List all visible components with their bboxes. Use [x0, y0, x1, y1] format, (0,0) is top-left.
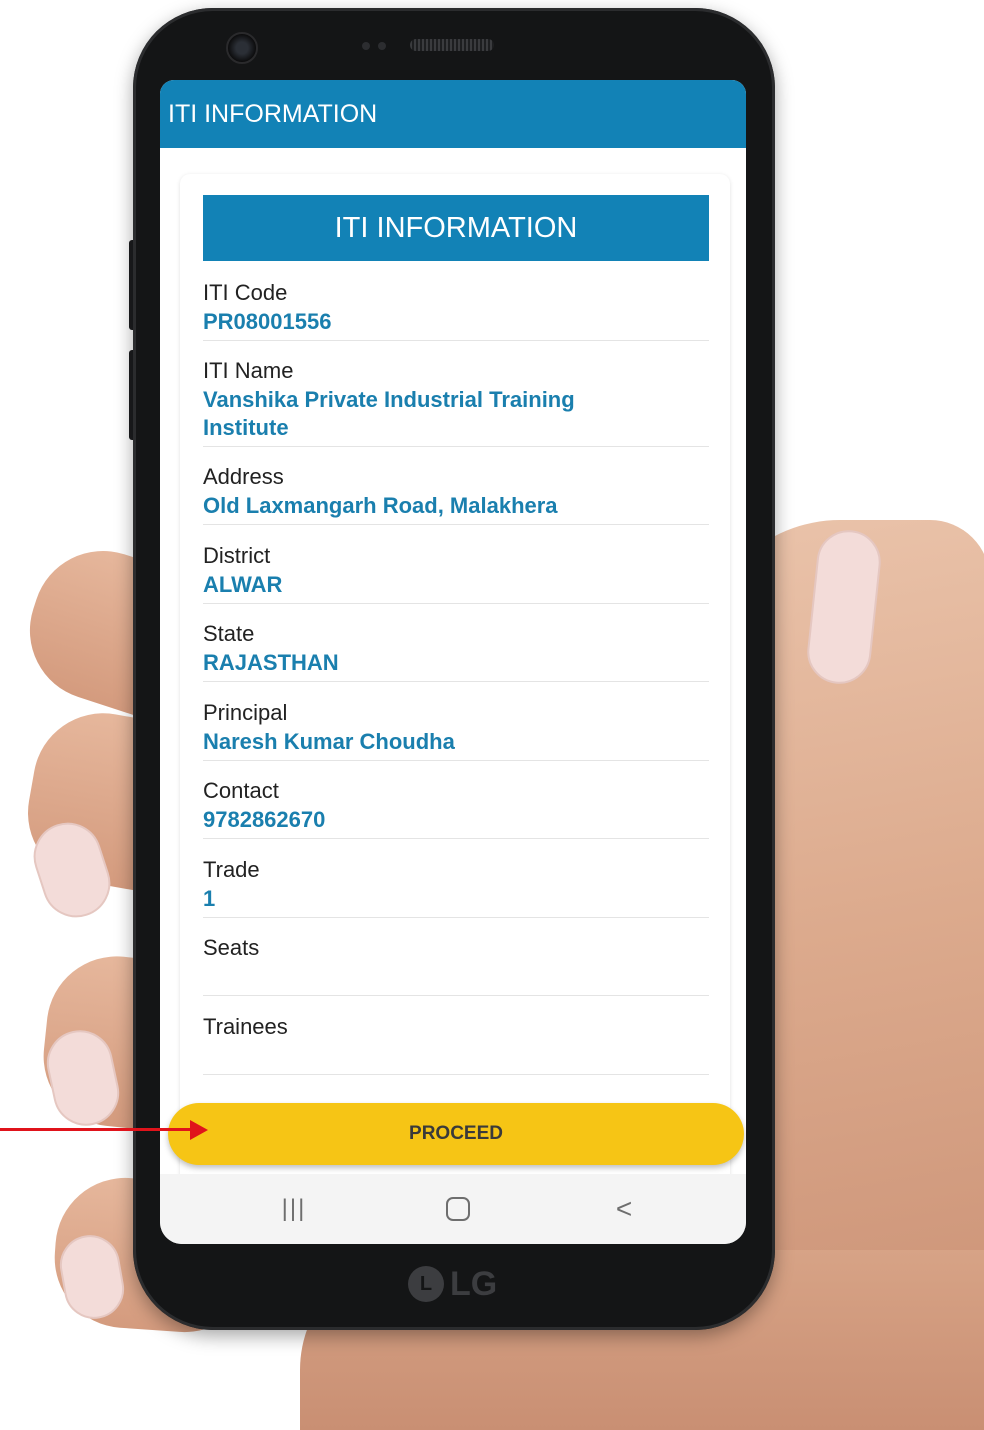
field-label: Seats	[203, 935, 260, 960]
field-label: Principal	[203, 700, 288, 725]
field-contact: Contact 9782862670	[203, 776, 709, 839]
app-bar-title: ITI INFORMATION	[168, 100, 378, 128]
field-value: Old Laxmangarh Road, Malakhera	[203, 493, 558, 518]
app-bar: ITI INFORMATION	[160, 80, 746, 148]
brand-logo: L LG	[408, 1264, 497, 1304]
field-iti-code: ITI Code PR08001556	[203, 278, 709, 341]
earpiece-speaker	[410, 39, 494, 51]
brand-name: LG	[450, 1264, 498, 1303]
field-value: 1	[203, 886, 216, 911]
field-principal: Principal Naresh Kumar Choudha	[203, 698, 709, 761]
field-seats: Seats	[203, 933, 709, 996]
field-district: District ALWAR	[203, 541, 709, 604]
proceed-button[interactable]: PROCEED	[168, 1103, 744, 1165]
card-title: ITI INFORMATION	[203, 195, 709, 261]
field-label: State	[203, 621, 255, 646]
field-value: Vanshika Private Industrial Training Ins…	[203, 387, 575, 440]
lg-logo-icon: L	[408, 1266, 444, 1302]
field-label: Contact	[203, 778, 279, 803]
annotation-arrow	[0, 1128, 192, 1131]
field-label: Address	[203, 464, 284, 489]
home-icon[interactable]	[428, 1186, 488, 1232]
field-trainees: Trainees	[203, 1012, 709, 1075]
field-iti-name: ITI Name Vanshika Private Industrial Tra…	[203, 356, 709, 447]
field-label: ITI Name	[203, 358, 294, 383]
field-label: ITI Code	[203, 280, 288, 305]
field-value: Naresh Kumar Choudha	[203, 729, 455, 754]
field-address: Address Old Laxmangarh Road, Malakhera	[203, 462, 709, 525]
sensor	[378, 42, 386, 50]
annotation-arrow-head	[190, 1120, 208, 1140]
home-shape	[446, 1197, 470, 1221]
field-label: Trainees	[203, 1014, 288, 1039]
field-label: Trade	[203, 857, 260, 882]
front-camera	[226, 32, 258, 64]
field-value: 9782862670	[203, 807, 326, 832]
field-value: PR08001556	[203, 309, 332, 334]
back-icon[interactable]: <	[594, 1186, 654, 1232]
system-nav-bar: ||| <	[160, 1174, 746, 1244]
field-value: RAJASTHAN	[203, 650, 339, 675]
sensor	[362, 42, 370, 50]
field-label: District	[203, 543, 271, 568]
field-state: State RAJASTHAN	[203, 619, 709, 682]
recent-apps-icon[interactable]: |||	[264, 1186, 324, 1232]
field-value: ALWAR	[203, 572, 283, 597]
field-trade: Trade 1	[203, 855, 709, 918]
